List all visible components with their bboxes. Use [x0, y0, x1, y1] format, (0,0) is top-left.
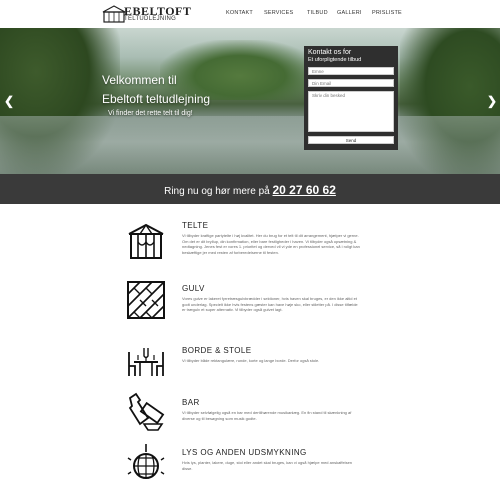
service-title: BAR: [182, 398, 200, 407]
main-nav: KONTAKT SERVICES TILBUD GALLERI PRISLIST…: [0, 10, 500, 20]
hero-title-line2: Ebeltoft teltudlejning: [102, 92, 211, 106]
service-gulv: GULV Vores gulve er lakeret fyrretræsgul…: [0, 280, 500, 340]
phone-band-text: Ring nu og hør mere på 20 27 60 62: [0, 183, 500, 197]
contact-form-subtitle: Et uforpligtende tilbud: [308, 57, 362, 63]
contact-form: Kontakt os for Et uforpligtende tilbud S…: [304, 46, 398, 150]
disco-ball-icon: [127, 444, 165, 479]
contact-form-title: Kontakt os for: [308, 49, 352, 56]
service-description: Vi tilbyder selvfølgelig også en bar med…: [182, 410, 352, 421]
table-chairs-icon: [128, 348, 164, 376]
hero-slider: Velkommen til Ebeltoft teltudlejning Vi …: [0, 28, 500, 174]
send-button[interactable]: Send: [308, 136, 394, 144]
chevron-right-icon[interactable]: ❯: [487, 94, 497, 108]
site-header: EBELTOFT TELTUDLEJNING KONTAKT SERVICES …: [0, 0, 500, 28]
service-description: Vi tilbyder kraftige partytelte i høj kv…: [182, 233, 360, 255]
phone-number-link[interactable]: 20 27 60 62: [273, 183, 336, 197]
phone-band-label: Ring nu og hør mere på: [164, 186, 270, 197]
message-textarea[interactable]: [308, 91, 394, 132]
parquet-floor-icon: [127, 281, 165, 319]
chevron-left-icon[interactable]: ❮: [4, 94, 14, 108]
service-title: LYS OG ANDEN UDSMYKNING: [182, 448, 307, 457]
nav-link-tilbud[interactable]: TILBUD: [307, 10, 328, 16]
hero-tagline: Vi finder det rette telt til dig!: [108, 110, 193, 117]
phone-band: Ring nu og hør mere på 20 27 60 62: [0, 174, 500, 204]
service-description: Vores gulve er lakeret fyrretræsgulvbræd…: [182, 296, 358, 313]
service-bar: BAR Vi tilbyder selvfølgelig også en bar…: [0, 392, 500, 452]
nav-link-services[interactable]: SERVICES: [264, 10, 293, 16]
service-title: GULV: [182, 284, 205, 293]
service-title: TELTE: [182, 221, 209, 230]
tent-icon: [128, 223, 164, 259]
hero-background-water: [0, 116, 500, 174]
service-description: Hvis lys, planter, lakere, duge, stol el…: [182, 460, 353, 471]
bottles-icon: [128, 392, 165, 431]
service-telte: TELTE Vi tilbyder kraftige partytelte i …: [0, 218, 500, 278]
nav-link-prisliste[interactable]: PRISLISTE: [372, 10, 402, 16]
hero-title-line1: Velkommen til: [102, 73, 177, 87]
service-description: Vi tilbyder både rektangulære, runde, ko…: [182, 358, 320, 363]
email-input[interactable]: [308, 79, 394, 87]
service-lys: LYS OG ANDEN UDSMYKNING Hvis lys, plante…: [0, 444, 500, 500]
hero-background-island: [160, 40, 320, 100]
service-title: BORDE & STOLE: [182, 346, 252, 355]
subject-input[interactable]: [308, 67, 394, 75]
nav-link-galleri[interactable]: GALLERI: [337, 10, 362, 16]
nav-link-kontakt[interactable]: KONTAKT: [226, 10, 253, 16]
